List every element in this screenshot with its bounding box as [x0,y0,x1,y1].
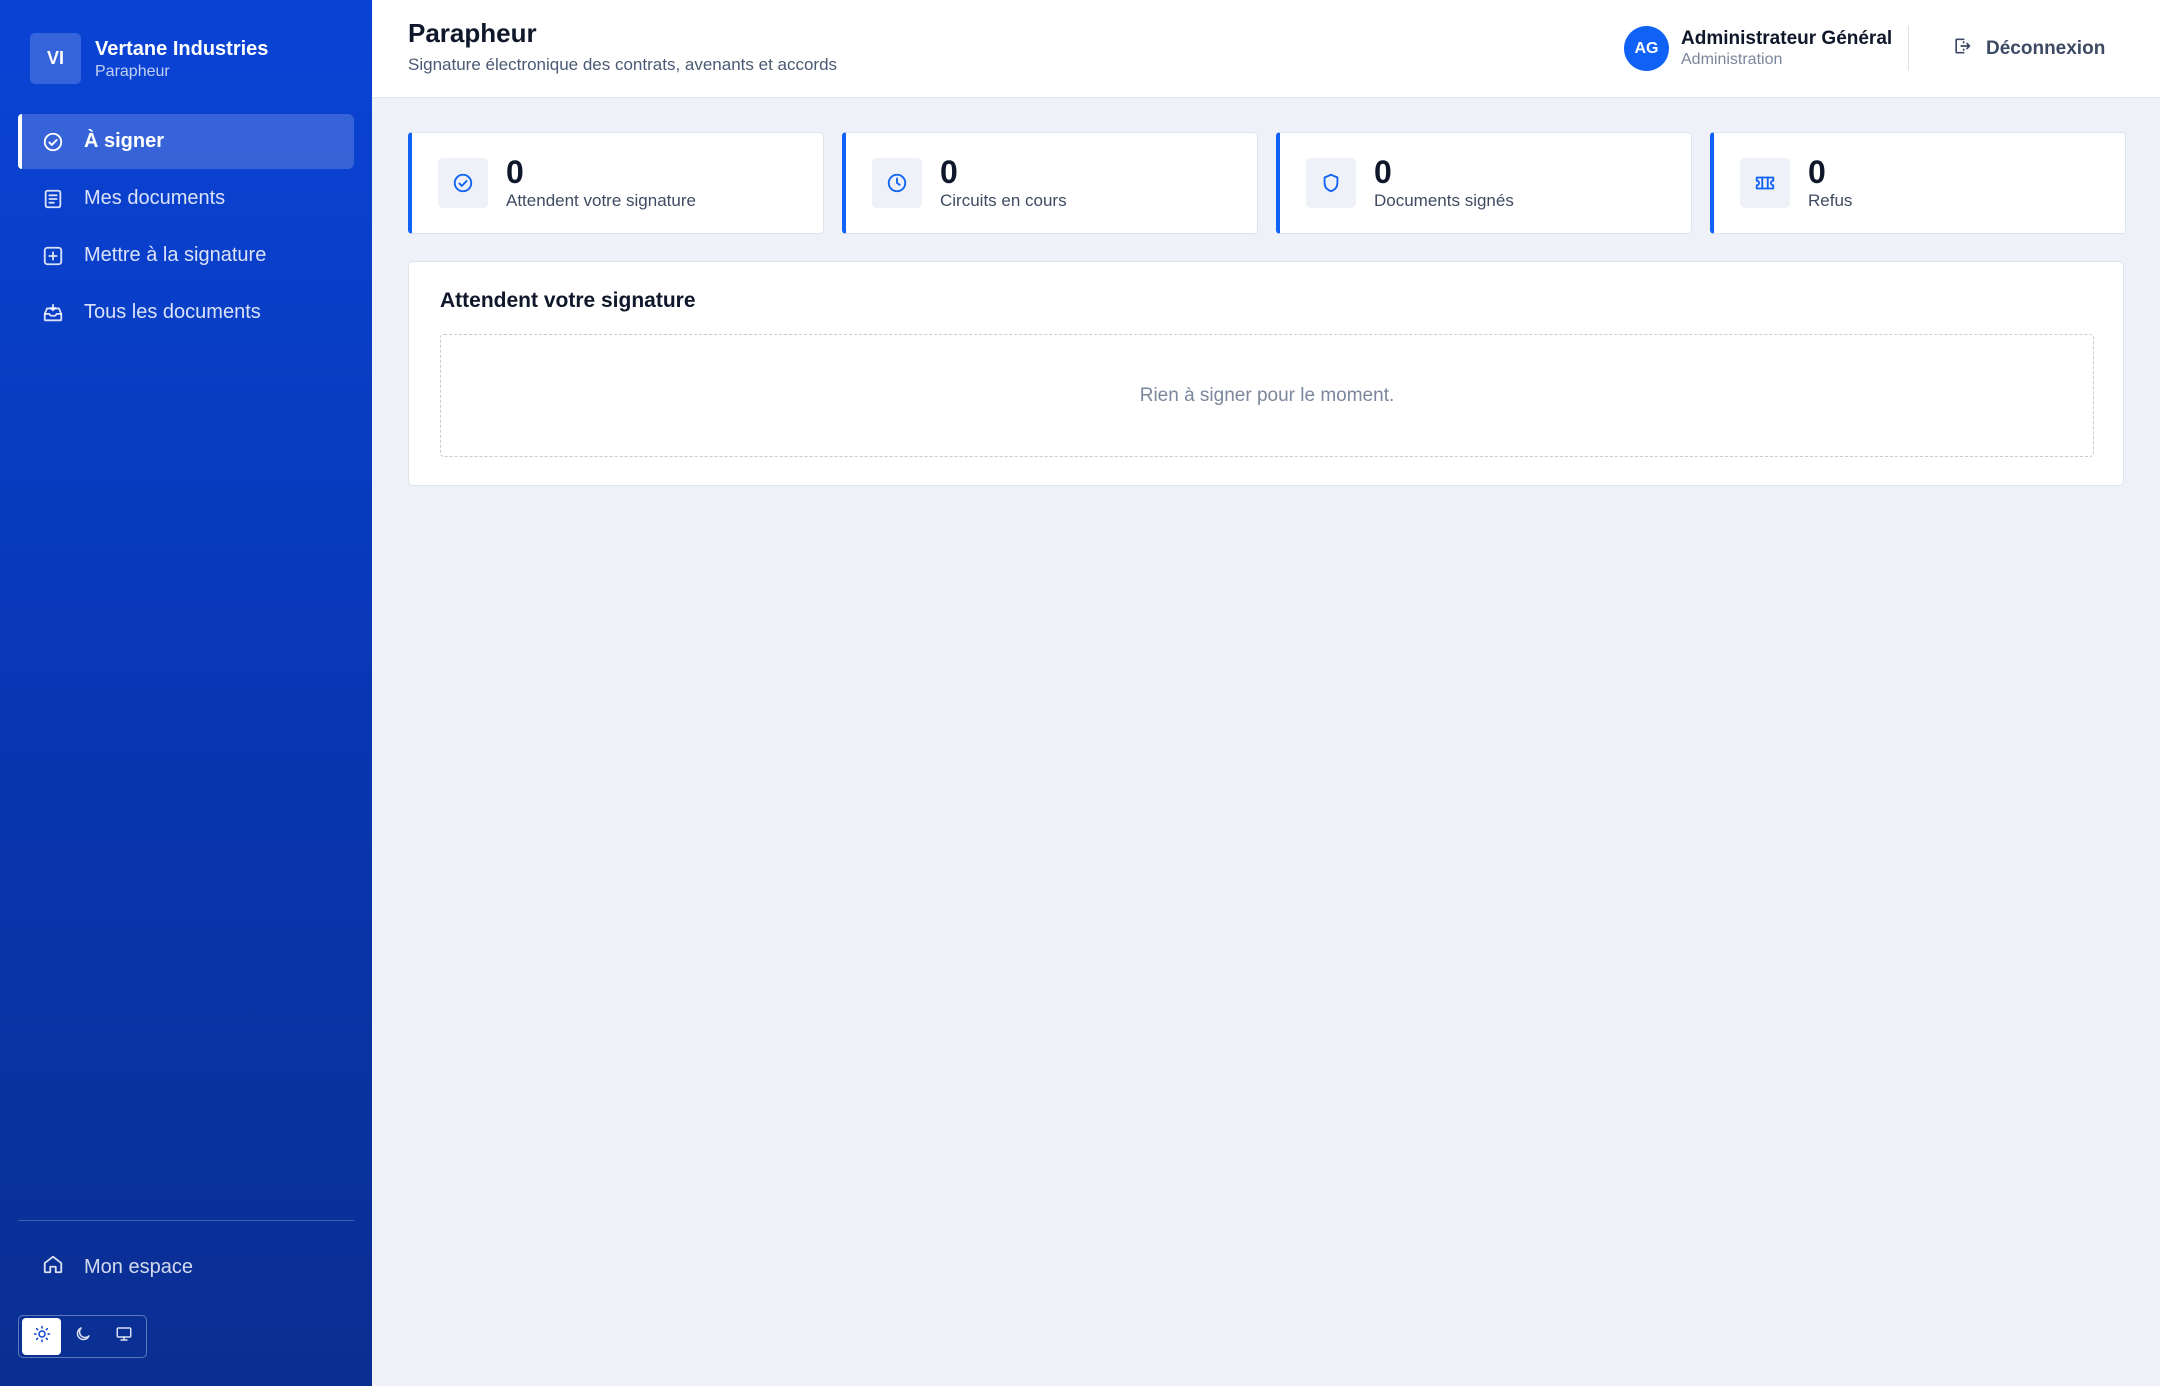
inbox-icon [42,302,64,324]
stats-row: 0 Attendent votre signature 0 Circuits e… [408,132,2126,234]
stat-card-signes[interactable]: 0 Documents signés [1276,132,1692,234]
logout-button[interactable]: Déconnexion [1952,36,2105,62]
plus-square-icon [42,245,64,267]
user-menu[interactable]: AG Administrateur Général Administration [1624,26,1892,71]
sidebar-nav: À signer Mes documents Mettre à la signa… [18,114,354,342]
stat-label: Refus [1808,191,1853,210]
theme-system-button[interactable] [104,1318,143,1355]
ticket-icon [1740,158,1790,208]
theme-light-button[interactable] [22,1318,61,1355]
sidebar-item-tous-les-documents[interactable]: Tous les documents [18,285,354,340]
stat-label: Circuits en cours [940,191,1067,210]
sun-icon [33,1325,51,1348]
sidebar-item-a-signer[interactable]: À signer [18,114,354,169]
monitor-icon [115,1325,133,1348]
theme-dark-button[interactable] [63,1318,102,1355]
top-header: Parapheur Signature électronique des con… [372,0,2160,98]
brand-subtitle: Parapheur [95,62,170,80]
check-circle-icon [438,158,488,208]
theme-switcher [18,1315,147,1358]
empty-state: Rien à signer pour le moment. [440,334,2094,457]
avatar: AG [1624,26,1669,71]
logout-label: Déconnexion [1986,38,2106,59]
sidebar-item-mettre-a-la-signature[interactable]: Mettre à la signature [18,228,354,283]
stat-card-refus[interactable]: 0 Refus [1710,132,2126,234]
document-icon [42,188,64,210]
header-divider [1908,26,1909,70]
empty-state-message: Rien à signer pour le moment. [1139,384,1395,406]
sidebar-item-label: Mon espace [84,1255,193,1278]
user-name: Administrateur Général [1681,28,1893,49]
stat-card-a-signer[interactable]: 0 Attendent votre signature [408,132,824,234]
moon-icon [74,1325,92,1348]
brand[interactable]: VI Vertane Industries Parapheur [30,33,268,84]
sidebar-divider [18,1220,354,1221]
stat-label: Attendent votre signature [506,191,696,210]
pending-signatures-panel: Attendent votre signature Rien à signer … [408,261,2124,486]
page-title: Parapheur [408,18,537,48]
panel-title: Attendent votre signature [440,289,696,312]
user-role: Administration [1681,51,1783,68]
check-circle-icon [42,131,64,153]
sidebar-item-mes-documents[interactable]: Mes documents [18,171,354,226]
sidebar: VI Vertane Industries Parapheur À signer… [0,0,372,1386]
stat-value: 0 [1808,154,1826,190]
sidebar-item-label: Mes documents [84,187,226,209]
brand-name: Vertane Industries [95,37,269,60]
home-icon [42,1253,64,1281]
brand-logo: VI [30,33,81,84]
stat-value: 0 [506,154,524,190]
stat-label: Documents signés [1374,191,1514,210]
page-subtitle: Signature électronique des contrats, ave… [408,55,838,74]
sidebar-item-label: Mettre à la signature [84,244,267,266]
logout-icon [1952,36,1972,62]
stat-value: 0 [1374,154,1392,190]
sidebar-item-mon-espace[interactable]: Mon espace [42,1253,193,1281]
shield-icon [1306,158,1356,208]
sidebar-item-label: Tous les documents [84,301,261,323]
stat-card-circuits[interactable]: 0 Circuits en cours [842,132,1258,234]
clock-icon [872,158,922,208]
sidebar-item-label: À signer [84,130,165,152]
stat-value: 0 [940,154,958,190]
